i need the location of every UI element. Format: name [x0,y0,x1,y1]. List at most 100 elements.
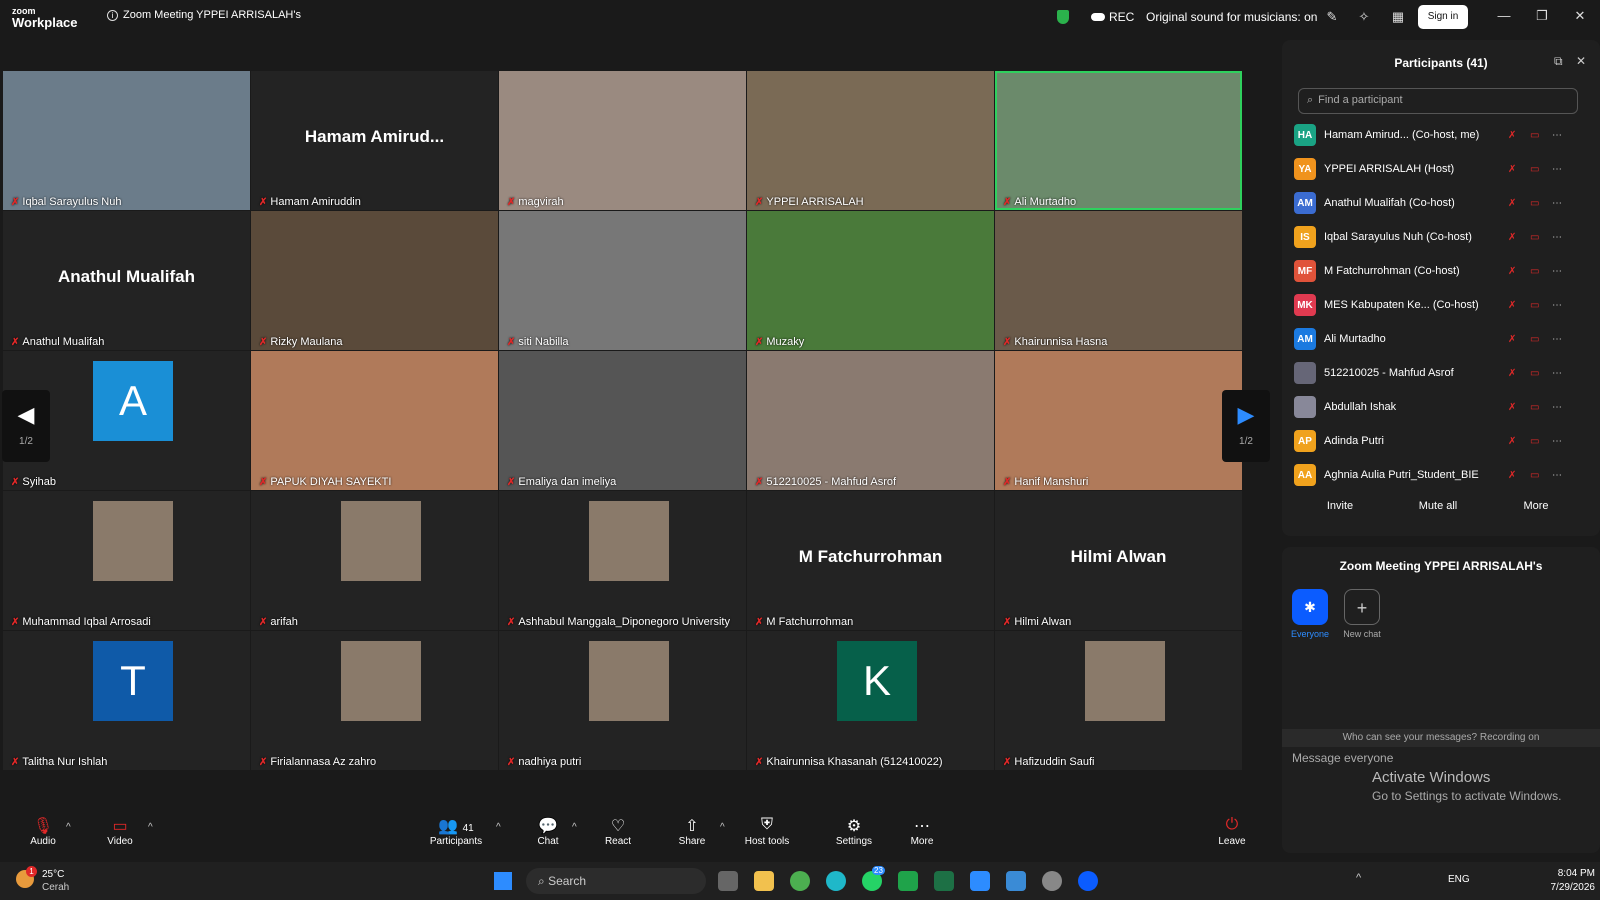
video-off-icon[interactable]: ▭ [1530,368,1539,379]
mic-muted-icon[interactable]: ✗ [1508,470,1516,481]
task-view-icon[interactable] [718,871,738,891]
mic-muted-icon[interactable]: ✗ [1508,368,1516,379]
participant-tile[interactable]: Hamam Amirud... ✗ Hamam Amiruddin [251,71,498,210]
participant-tile[interactable]: ✗ Emaliya dan imeliya [499,351,746,490]
more-options-icon[interactable]: ⋯ [1552,470,1562,481]
notepad-icon[interactable] [970,871,990,891]
participant-row[interactable]: AM Anathul Mualifah (Co-host) ✗ ▭ ⋯ [1294,186,1584,220]
windows-start-icon[interactable] [494,872,512,890]
share-button[interactable]: ⇧ Share [662,816,722,847]
video-off-icon[interactable]: ▭ [1530,334,1539,345]
recording-indicator[interactable]: REC [1091,10,1134,24]
pen-icon[interactable]: ✎ [1324,9,1340,25]
participant-row[interactable]: IS Iqbal Sarayulus Nuh (Co-host) ✗ ▭ ⋯ [1294,220,1584,254]
participant-row[interactable]: HA Hamam Amirud... (Co-host, me) ✗ ▭ ⋯ [1294,118,1584,152]
sign-in-button[interactable]: Sign in [1418,5,1468,29]
video-off-icon[interactable]: ▭ [1530,402,1539,413]
video-options-caret-icon[interactable]: ^ [148,822,153,833]
more-options-icon[interactable]: ⋯ [1552,198,1562,209]
mic-muted-icon[interactable]: ✗ [1508,436,1516,447]
participant-row[interactable]: YA YPPEI ARRISALAH (Host) ✗ ▭ ⋯ [1294,152,1584,186]
participant-tile[interactable]: ✗ nadhiya putri [499,631,746,770]
participant-tile[interactable]: ✗ Muhammad Iqbal Arrosadi [3,491,250,630]
more-options-icon[interactable]: ⋯ [1552,266,1562,277]
restore-icon[interactable]: ❐ [1532,8,1552,24]
video-off-icon[interactable]: ▭ [1530,470,1539,481]
settings-button[interactable]: ⚙ Settings [824,816,884,847]
meeting-info[interactable]: i Zoom Meeting YPPEI ARRISALAH's [107,9,301,21]
chat-button[interactable]: 💬 Chat [518,816,578,847]
react-button[interactable]: ♡ React [588,816,648,847]
mic-muted-icon[interactable]: ✗ [1508,130,1516,141]
participant-tile[interactable]: ✗ PAPUK DIYAH SAYEKTI [251,351,498,490]
video-button[interactable]: ▭ Video [90,816,150,847]
file-explorer-icon[interactable] [754,871,774,891]
more-button[interactable]: ⋯ More [892,816,952,847]
participant-row[interactable]: MF M Fatchurrohman (Co-host) ✗ ▭ ⋯ [1294,254,1584,288]
participant-tile[interactable]: ✗ Ashhabul Manggala_Diponegoro University [499,491,746,630]
participant-tile[interactable]: ✗ Ali Murtadho [995,71,1242,210]
mic-muted-icon[interactable]: ✗ [1508,266,1516,277]
mic-muted-icon[interactable]: ✗ [1508,402,1516,413]
video-off-icon[interactable]: ▭ [1530,164,1539,175]
participant-tile[interactable]: ✗ Khairunnisa Hasna [995,211,1242,350]
spreadsheet-icon[interactable] [898,871,918,891]
mic-muted-icon[interactable]: ✗ [1508,232,1516,243]
language-indicator[interactable]: ENG [1448,874,1470,885]
participant-tile[interactable]: T ✗ Talitha Nur Ishlah [3,631,250,770]
participant-tile[interactable]: ✗ Firialannasa Az zahro [251,631,498,770]
video-off-icon[interactable]: ▭ [1530,198,1539,209]
participant-tile[interactable]: ✗ YPPEI ARRISALAH [747,71,994,210]
participant-tile[interactable]: ✗ siti Nabilla [499,211,746,350]
participant-tile[interactable]: Anathul Mualifah ✗ Anathul Mualifah [3,211,250,350]
mic-muted-icon[interactable]: ✗ [1508,334,1516,345]
original-sound-toggle[interactable]: Original sound for musicians: on [1146,10,1317,24]
chrome-icon[interactable] [790,871,810,891]
participant-tile[interactable]: ✗ arifah [251,491,498,630]
everyone-chat-button[interactable]: ✱ [1292,589,1328,625]
participant-row[interactable]: Abdullah Ishak ✗ ▭ ⋯ [1294,390,1584,424]
audio-options-caret-icon[interactable]: ^ [66,822,71,833]
invite-button[interactable]: Invite [1300,494,1380,518]
clock-date[interactable]: 7/29/2026 [1535,882,1596,893]
host-tools-button[interactable]: ⛨ Host tools [736,816,798,847]
zoom-app-icon[interactable] [1078,871,1098,891]
chat-caret-icon[interactable]: ^ [572,822,577,833]
more-options-icon[interactable]: ⋯ [1552,334,1562,345]
participant-row[interactable]: 512210025 - Mahfud Asrof ✗ ▭ ⋯ [1294,356,1584,390]
mic-muted-icon[interactable]: ✗ [1508,164,1516,175]
next-page-button[interactable]: ▶ 1/2 [1222,390,1270,462]
participant-row[interactable]: MK MES Kabupaten Ke... (Co-host) ✗ ▭ ⋯ [1294,288,1584,322]
close-icon[interactable]: ✕ [1570,8,1590,24]
participant-tile[interactable]: ✗ Muzaky [747,211,994,350]
leave-button[interactable]: ⏻ Leave [1202,816,1262,847]
minimize-icon[interactable]: — [1494,8,1514,23]
participant-search-input[interactable]: ⌕ Find a participant [1298,88,1578,114]
participant-tile[interactable]: ✗ Hafizuddin Saufi [995,631,1242,770]
more-options-icon[interactable]: ⋯ [1552,164,1562,175]
participants-caret-icon[interactable]: ^ [496,822,501,833]
video-off-icon[interactable]: ▭ [1530,436,1539,447]
participant-row[interactable]: AM Ali Murtadho ✗ ▭ ⋯ [1294,322,1584,356]
video-off-icon[interactable]: ▭ [1530,266,1539,277]
share-caret-icon[interactable]: ^ [720,822,725,833]
more-options-icon[interactable]: ⋯ [1552,436,1562,447]
excel-icon[interactable] [934,871,954,891]
more-options-icon[interactable]: ⋯ [1552,402,1562,413]
more-options-icon[interactable]: ⋯ [1552,232,1562,243]
apps-grid-icon[interactable]: ▦ [1390,9,1406,25]
info-icon[interactable]: i [107,9,118,21]
participant-tile[interactable]: ✗ Rizky Maulana [251,211,498,350]
ai-sparkle-icon[interactable]: ✧ [1356,9,1372,25]
mic-muted-icon[interactable]: ✗ [1508,300,1516,311]
participant-tile[interactable]: K ✗ Khairunnisa Khasanah (512410022) [747,631,994,770]
participants-more-button[interactable]: More [1496,494,1576,518]
app-icon[interactable] [1006,871,1026,891]
more-options-icon[interactable]: ⋯ [1552,368,1562,379]
chat-privacy-notice[interactable]: Who can see your messages? Recording on [1282,729,1600,747]
chat-message-input[interactable]: Message everyone [1292,751,1393,765]
more-options-icon[interactable]: ⋯ [1552,130,1562,141]
participants-button[interactable]: 👥 41 Participants [426,816,486,847]
security-shield-icon[interactable] [1057,10,1069,24]
participant-tile[interactable]: M Fatchurrohman ✗ M Fatchurrohman [747,491,994,630]
